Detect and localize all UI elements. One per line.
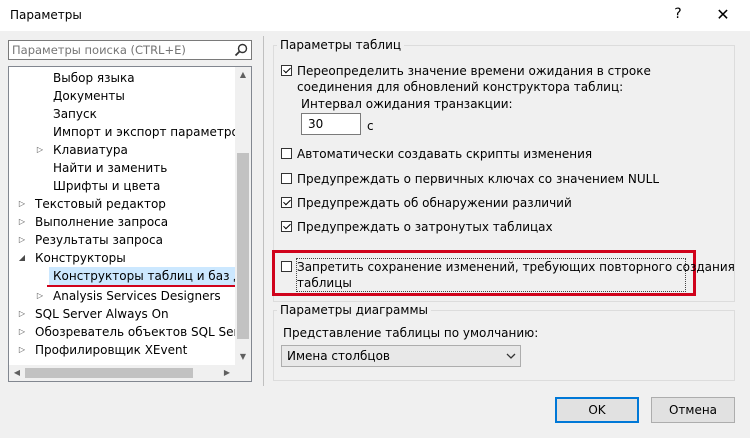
tree-item-always-on[interactable]: ▷ SQL Server Always On <box>17 305 235 323</box>
warn-null-pk-label: Предупреждать о первичных ключах со знач… <box>297 172 660 186</box>
expand-icon[interactable]: ▷ <box>17 323 27 341</box>
warn-affected-label: Предупреждать о затронутых таблицах <box>297 220 553 234</box>
diagram-options-group: Параметры диаграммы <box>273 303 735 381</box>
table-view-select[interactable]: Имена столбцов <box>281 345 521 367</box>
diagram-options-legend: Параметры диаграммы <box>280 303 428 317</box>
override-timeout-label: Переопределить значение времени ожидания… <box>297 64 651 78</box>
tree-item-xevent-profiler[interactable]: ▷ Профилировщик XEvent <box>17 341 235 359</box>
help-button[interactable]: ? <box>667 6 689 26</box>
warn-diff-checkbox[interactable] <box>281 197 292 208</box>
window-title: Параметры <box>10 8 82 22</box>
auto-scripts-checkbox[interactable] <box>281 148 292 159</box>
tree-item-import-export[interactable]: Импорт и экспорт параметров <box>53 123 246 141</box>
expand-icon[interactable]: ▷ <box>17 305 27 323</box>
tree-vertical-scrollbar[interactable]: ▲ ▼ <box>235 67 251 381</box>
cancel-button[interactable]: Отмена <box>651 397 735 423</box>
prevent-save-label: Запретить сохранение изменений, требующи… <box>297 260 735 274</box>
chevron-down-icon <box>506 353 516 359</box>
search-icon[interactable] <box>234 43 248 57</box>
tree-item-query-results[interactable]: ▷ Результаты запроса <box>17 231 217 249</box>
warn-null-pk-checkbox[interactable] <box>281 173 292 184</box>
tree-item-text-editor[interactable]: ▷ Текстовый редактор <box>17 195 217 213</box>
ok-button[interactable]: OK <box>555 397 639 423</box>
tree-item-documents[interactable]: Документы <box>53 87 125 105</box>
warn-diff-label: Предупреждать об обнаружении различий <box>297 196 572 210</box>
tree-item-fonts-colors[interactable]: Шрифты и цвета <box>53 177 160 195</box>
collapse-icon[interactable]: ◢ <box>17 249 27 267</box>
interval-unit: с <box>367 119 374 133</box>
tree-item-find-replace[interactable]: Найти и заменить <box>53 159 167 177</box>
warn-affected-checkbox[interactable] <box>281 221 292 232</box>
tree-item-language[interactable]: Выбор языка <box>53 69 135 87</box>
scroll-thumb[interactable] <box>237 153 249 339</box>
options-tree[interactable]: Выбор языка Документы Запуск Импорт и эк… <box>8 66 252 382</box>
interval-input[interactable]: 30 <box>301 113 361 135</box>
override-timeout-checkbox[interactable] <box>281 65 292 76</box>
tree-horizontal-scrollbar[interactable]: ◀ ▶ <box>9 365 235 381</box>
expand-icon[interactable]: ▷ <box>35 287 45 305</box>
auto-scripts-label: Автоматически создавать скрипты изменени… <box>297 147 593 161</box>
tree-item-designers[interactable]: ◢ Конструкторы <box>17 249 217 267</box>
title-bar: Параметры ? ✕ <box>0 0 750 31</box>
prevent-save-checkbox[interactable] <box>281 261 292 272</box>
prevent-save-label-line2: таблицы <box>297 276 352 290</box>
table-options-legend: Параметры таблиц <box>280 38 402 52</box>
tree-item-startup[interactable]: Запуск <box>53 105 97 123</box>
tree-item-keyboard[interactable]: ▷ Клавиатура <box>35 141 215 159</box>
tree-item-analysis-services[interactable]: ▷ Analysis Services Designers <box>35 287 235 305</box>
tree-item-table-db-designers[interactable]: Конструкторы таблиц и баз данн <box>49 267 251 285</box>
expand-icon[interactable]: ▷ <box>17 231 27 249</box>
tree-item-query-execution[interactable]: ▷ Выполнение запроса <box>17 213 217 231</box>
search-input[interactable] <box>12 43 222 57</box>
search-box[interactable] <box>8 40 252 60</box>
divider <box>263 36 264 386</box>
scroll-down-icon[interactable]: ▼ <box>235 349 251 365</box>
close-button[interactable]: ✕ <box>712 5 734 25</box>
table-view-value: Имена столбцов <box>287 349 391 363</box>
hscroll-thumb[interactable] <box>25 368 193 378</box>
tree-item-object-explorer[interactable]: ▷ Обозреватель объектов SQL Server <box>17 323 235 341</box>
expand-icon[interactable]: ▷ <box>35 141 45 159</box>
scroll-left-icon[interactable]: ◀ <box>9 365 25 381</box>
expand-icon[interactable]: ▷ <box>17 341 27 359</box>
interval-label: Интервал ожидания транзакции: <box>301 97 513 111</box>
override-timeout-label-line2: соединения для обновлений конструктора т… <box>297 80 624 94</box>
expand-icon[interactable]: ▷ <box>17 195 27 213</box>
scroll-up-icon[interactable]: ▲ <box>235 67 251 83</box>
scroll-right-icon[interactable]: ▶ <box>219 365 235 381</box>
expand-icon[interactable]: ▷ <box>17 213 27 231</box>
view-label: Представление таблицы по умолчанию: <box>283 326 539 340</box>
